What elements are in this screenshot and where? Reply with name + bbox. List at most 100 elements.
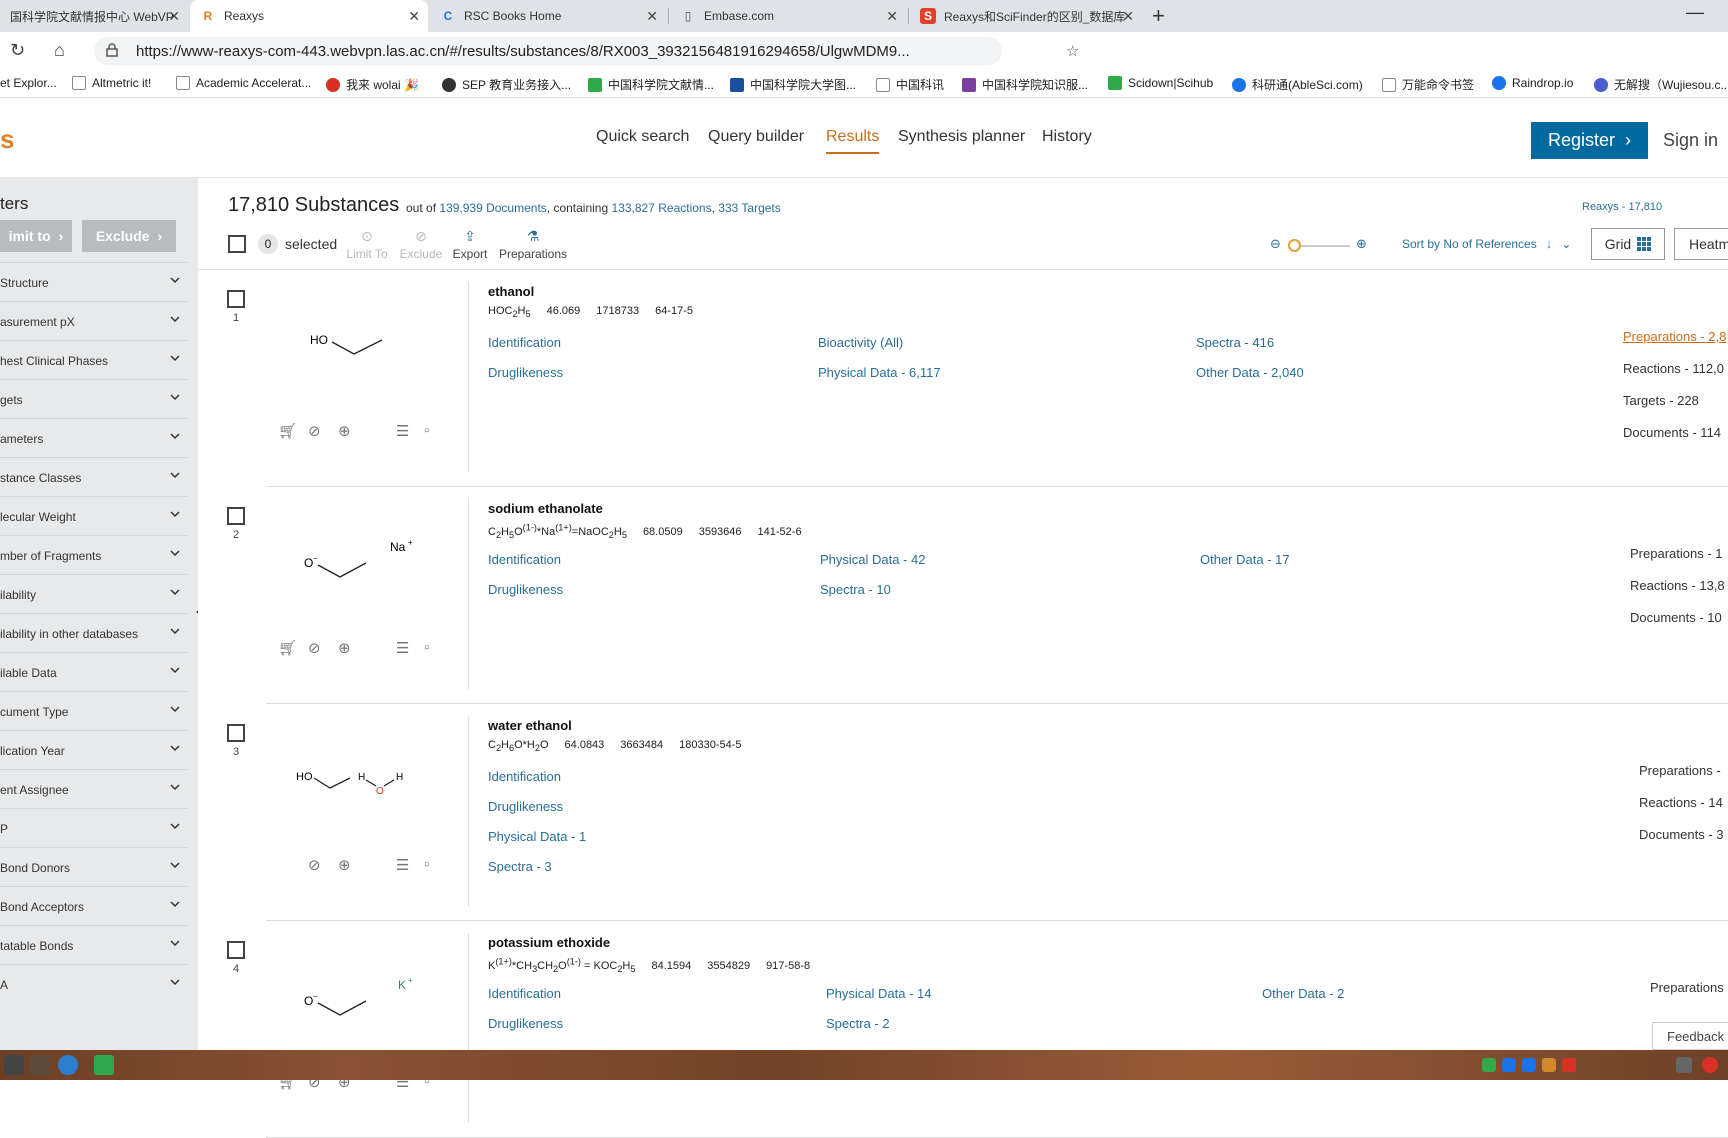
data-link[interactable]: Identification — [488, 552, 561, 567]
data-link[interactable]: Other Data - 2,040 — [1196, 365, 1304, 380]
close-tab-icon[interactable]: ✕ — [886, 8, 898, 25]
structure-drawing[interactable]: O − K + — [296, 951, 436, 1041]
close-tab-icon[interactable]: ✕ — [1122, 8, 1134, 25]
filter-row[interactable]: lecular Weight — [0, 496, 188, 535]
tray-icon[interactable] — [1542, 1058, 1556, 1072]
export-tool[interactable]: ⇪ Export — [440, 228, 500, 261]
tag-icon[interactable]: ⊘ — [308, 639, 321, 657]
structure-drawing[interactable]: HO — [296, 300, 436, 390]
filter-row[interactable]: Bond Donors — [0, 847, 188, 886]
data-link[interactable]: Spectra - 416 — [1196, 335, 1274, 350]
nav-synthesis-planner[interactable]: Synthesis planner — [898, 128, 1025, 146]
select-all-checkbox[interactable] — [228, 235, 246, 253]
close-tab-icon[interactable]: ✕ — [168, 8, 180, 25]
filter-row[interactable]: ent Assignee — [0, 769, 188, 808]
data-link[interactable]: Physical Data - 42 — [820, 552, 926, 567]
reaxys-logo[interactable]: s — [0, 124, 14, 155]
filter-row[interactable]: ameters — [0, 418, 188, 457]
substance-name[interactable]: potassium ethoxide — [488, 935, 610, 950]
data-link[interactable]: Druglikeness — [488, 799, 563, 814]
data-link[interactable]: Spectra - 3 — [488, 859, 552, 874]
windows-start-icon[interactable] — [4, 1055, 24, 1075]
tab-sogou-article[interactable]: S Reaxys和SciFinder的区别_数据库 ✕ — [910, 0, 1142, 32]
targets-link[interactable]: 333 Targets — [718, 201, 781, 215]
substance-name[interactable]: water ethanol — [488, 718, 572, 733]
sogou-ime-icon[interactable] — [1702, 1057, 1718, 1073]
exclude-button[interactable]: Exclude › — [82, 220, 176, 252]
result-checkbox[interactable] — [227, 941, 245, 959]
nav-history[interactable]: History — [1042, 128, 1092, 146]
tag-icon[interactable]: ⊘ — [308, 856, 321, 874]
bookmark-item[interactable]: 无解搜（Wujiesou.c... — [1594, 76, 1728, 93]
bookmark-item[interactable]: 中国科学院文献情... — [588, 76, 714, 93]
count-link[interactable]: Reactions - 13,8 — [1630, 578, 1725, 593]
bookmark-item[interactable]: 科研通(AbleSci.com) — [1232, 76, 1363, 93]
tab-webvpn[interactable]: 国科学院文献情报中心 WebVP ✕ — [0, 0, 188, 32]
list-menu-icon[interactable]: ☰ — [396, 856, 409, 874]
structure-drawing[interactable]: O − Na + — [296, 517, 436, 607]
zoom-in-icon[interactable]: ⊕ — [1356, 236, 1367, 252]
zoom-structure-icon[interactable]: ⊕ — [338, 856, 351, 874]
cart-icon[interactable]: 🛒︎ — [278, 639, 297, 657]
bookmark-item[interactable]: Altmetric it! — [72, 76, 151, 90]
filter-row[interactable]: P — [0, 808, 188, 847]
list-menu-icon[interactable]: ☰ — [396, 422, 409, 440]
count-link[interactable]: Preparations - 1 — [1630, 546, 1723, 561]
bookmark-item[interactable]: et Explor... — [0, 76, 57, 90]
filter-row[interactable]: lication Year — [0, 730, 188, 769]
structure-drawing[interactable]: HO H O H — [296, 734, 436, 824]
filter-row[interactable]: mber of Fragments — [0, 535, 188, 574]
filter-row[interactable]: ilable Data — [0, 652, 188, 691]
list-menu-icon[interactable]: ☰ — [396, 639, 409, 657]
bookmark-item[interactable]: Scidown|Scihub — [1108, 76, 1213, 90]
data-link[interactable]: Spectra - 2 — [826, 1016, 890, 1031]
zoom-slider-handle[interactable] — [1288, 239, 1301, 252]
data-link[interactable]: Identification — [488, 335, 561, 350]
count-link[interactable]: Reactions - 14 — [1639, 795, 1723, 810]
filter-row[interactable]: tatable Bonds — [0, 925, 188, 964]
bookmark-item[interactable]: 中国科学院知识服... — [962, 76, 1088, 93]
structure-editor-icon[interactable]: ▫︎ — [424, 422, 429, 439]
home-icon[interactable]: ⌂ — [54, 40, 65, 61]
tab-rsc-books[interactable]: C RSC Books Home ✕ — [430, 0, 666, 32]
data-link[interactable]: Other Data - 2 — [1262, 986, 1344, 1001]
filter-row[interactable]: ilability in other databases — [0, 613, 188, 652]
result-checkbox[interactable] — [227, 507, 245, 525]
preparations-tool[interactable]: ⚗ Preparations — [498, 228, 568, 261]
data-link[interactable]: Bioactivity (All) — [818, 335, 903, 350]
bookmark-item[interactable]: 中国科学院大学图... — [730, 76, 856, 93]
zoom-structure-icon[interactable]: ⊕ — [338, 639, 351, 657]
zoom-out-icon[interactable]: ⊖ — [1270, 236, 1281, 252]
data-link[interactable]: Druglikeness — [488, 582, 563, 597]
data-link[interactable]: Physical Data - 1 — [488, 829, 586, 844]
tray-icon[interactable] — [1522, 1058, 1536, 1072]
minimize-window-icon[interactable]: — — [1686, 2, 1704, 23]
data-link[interactable]: Druglikeness — [488, 365, 563, 380]
filter-row[interactable]: cument Type — [0, 691, 188, 730]
tray-icon[interactable] — [1502, 1058, 1516, 1072]
nav-query-builder[interactable]: Query builder — [708, 128, 804, 146]
url-field[interactable]: https://www-reaxys-com-443.webvpn.las.ac… — [94, 37, 1079, 65]
tag-icon[interactable]: ⊘ — [308, 422, 321, 440]
register-button[interactable]: Register › — [1531, 122, 1648, 159]
reload-icon[interactable]: ↻ — [10, 40, 25, 61]
filter-row[interactable]: asurement pX — [0, 301, 188, 340]
nav-quick-search[interactable]: Quick search — [596, 128, 689, 146]
input-method-icon[interactable] — [1676, 1057, 1692, 1073]
count-link[interactable]: Reactions - 112,0 — [1623, 361, 1724, 376]
close-tab-icon[interactable]: ✕ — [408, 8, 420, 25]
tray-icon[interactable] — [1562, 1058, 1576, 1072]
cart-icon[interactable]: 🛒︎ — [278, 422, 297, 440]
count-link[interactable]: Documents - 114 — [1623, 425, 1721, 440]
substance-name[interactable]: sodium ethanolate — [488, 501, 603, 516]
sign-in-link[interactable]: Sign in — [1663, 130, 1718, 151]
data-link[interactable]: Identification — [488, 769, 561, 784]
bookmark-item[interactable]: 我来 wolai 🎉 — [326, 76, 419, 93]
feedback-button[interactable]: Feedback — [1652, 1022, 1728, 1050]
data-link[interactable]: Other Data - 17 — [1200, 552, 1290, 567]
wechat-icon[interactable] — [94, 1055, 114, 1075]
edge-browser-icon[interactable] — [58, 1055, 78, 1075]
structure-editor-icon[interactable]: ▫︎ — [424, 856, 429, 873]
documents-link[interactable]: 139,939 Documents — [439, 201, 546, 215]
filter-row[interactable]: A — [0, 964, 188, 1003]
